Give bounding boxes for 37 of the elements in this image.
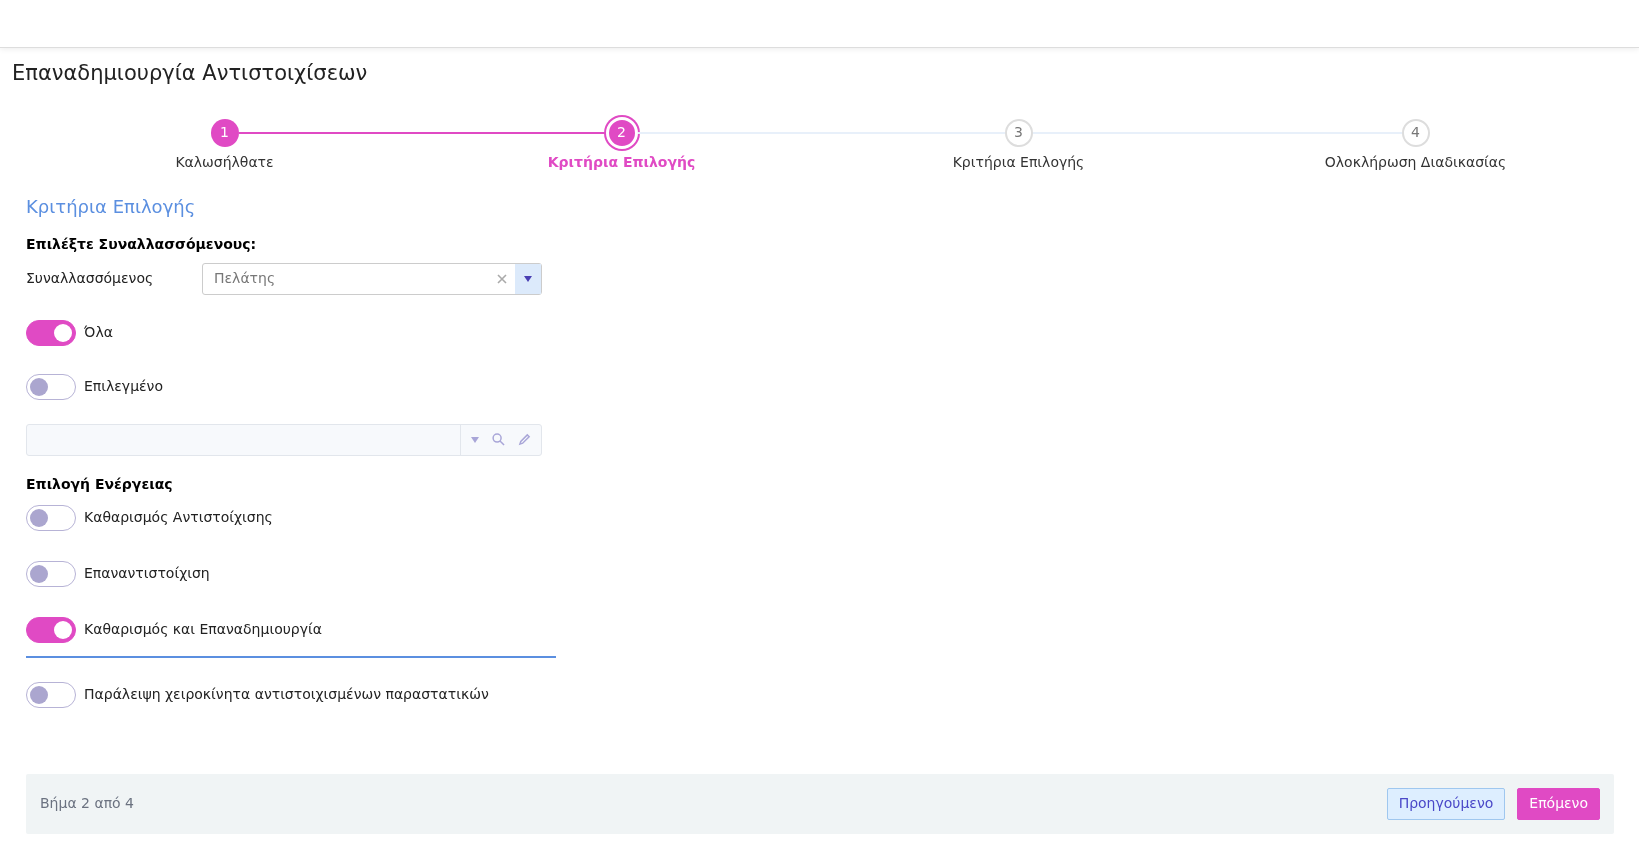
page-title: Επαναδημιουργία Αντιστοιχίσεων xyxy=(11,60,369,87)
step-label[interactable]: Καλωσήλθατε xyxy=(175,151,274,173)
select-value: Πελάτης xyxy=(213,269,277,288)
toggle-label: Επαναντιστοίχιση xyxy=(84,564,210,583)
toggle-label: Παράλειψη χειροκίνητα αντιστοιχισμένων παραστατικών xyxy=(84,685,489,704)
step-number: 2 xyxy=(605,116,638,149)
toggle-switch[interactable] xyxy=(26,373,76,400)
toggle-label: Όλα xyxy=(84,323,113,342)
toggle-switch[interactable] xyxy=(26,681,76,708)
step-number: 1 xyxy=(210,118,239,147)
section-title: Κριτήρια Επιλογής xyxy=(26,194,197,219)
step-number: 4 xyxy=(1401,118,1430,147)
search-icon xyxy=(492,433,505,446)
toggle-label: Καθαρισμός Αντιστοίχισης xyxy=(84,508,273,527)
close-icon[interactable] xyxy=(497,273,507,284)
select-field[interactable]: Πελάτης xyxy=(202,262,542,295)
toggle-switch[interactable] xyxy=(26,504,76,531)
step-number: 3 xyxy=(1004,118,1033,147)
caret-icon xyxy=(524,275,532,282)
step-label[interactable]: Κριτήρια Επιλογής xyxy=(952,151,1085,173)
group-heading: Επιλέξτε Συναλλασσόμενους: xyxy=(26,234,258,254)
pencil-icon xyxy=(517,433,531,446)
caret-icon xyxy=(471,436,480,443)
toggle-label: Επιλεγμένο xyxy=(84,377,163,396)
toggle-label: Καθαρισμός και Επαναδημιουργία xyxy=(84,620,322,639)
dropdown-toggle[interactable] xyxy=(515,263,541,294)
toggle-switch[interactable] xyxy=(26,319,76,346)
nav-button[interactable]: Επόμενο xyxy=(1517,787,1600,820)
step-counter: Βήμα 2 από 4 xyxy=(40,794,134,813)
toggle-switch[interactable] xyxy=(26,560,76,587)
group-heading: Επιλογή Ενέργειας xyxy=(26,474,174,494)
field-label: Συναλλασσόμενος xyxy=(26,269,155,288)
step-label[interactable]: Κριτήρια Επιλογής xyxy=(547,151,696,173)
step-label[interactable]: Ολοκλήρωση Διαδικασίας xyxy=(1324,151,1507,173)
toggle-switch[interactable] xyxy=(26,616,76,643)
lookup-field[interactable] xyxy=(26,423,542,456)
nav-button[interactable]: Προηγούμενο xyxy=(1386,787,1506,820)
